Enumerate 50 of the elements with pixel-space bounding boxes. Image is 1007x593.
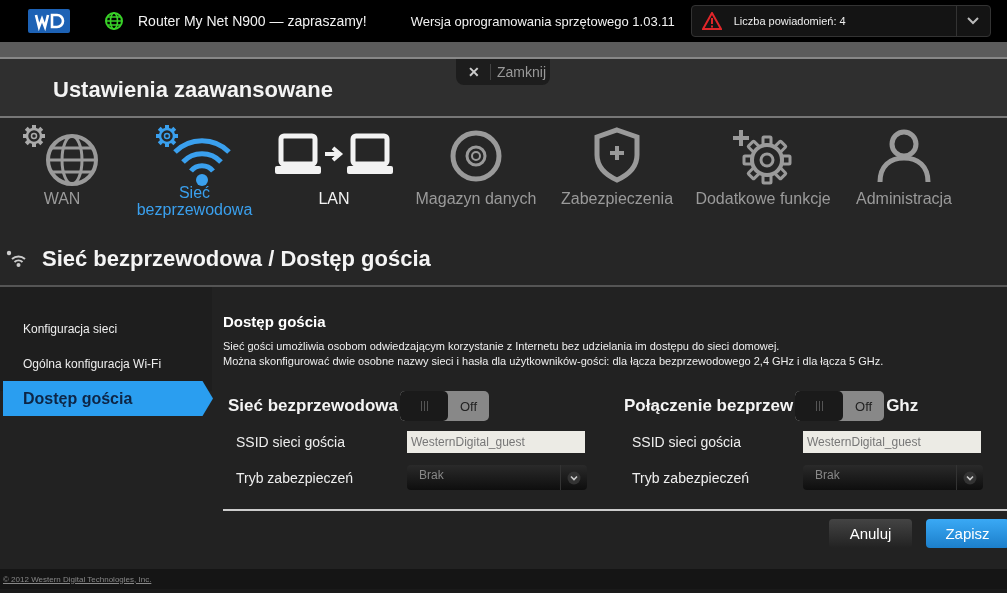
field-label: Tryb zabezpieczeń [632, 469, 750, 486]
save-button[interactable]: Zapisz [926, 519, 1007, 548]
greeting-text: Router My Net N900 — zapraszamy! [138, 13, 367, 29]
nav-item[interactable]: WAN [12, 118, 112, 233]
nav-item[interactable]: Dodatkowe funkcje [693, 118, 833, 233]
nav-item[interactable]: Magazyn danych [411, 118, 541, 233]
copyright-link[interactable]: © 2012 Western Digital Technologies, Inc. [3, 574, 152, 584]
section-title: Sieć bezprzewodowa / Dostęp gościa [42, 246, 431, 272]
ssid-field[interactable]: WesternDigital_guest [803, 431, 981, 453]
toggle-switch[interactable]: Off [400, 391, 490, 421]
chevron-down-icon [567, 470, 581, 485]
nav-item[interactable]: Administracja [849, 118, 959, 233]
disc-icon [450, 130, 502, 182]
close-button[interactable]: ✕ Zamknij [456, 59, 550, 85]
wifi-icon [155, 125, 231, 186]
chevron-down-icon [963, 470, 977, 485]
firmware-version: Wersja oprogramowania sprzętowego 1.03.11 [410, 13, 675, 29]
network-title: Sieć bezprzewodowa [228, 396, 399, 416]
cancel-button[interactable]: Anuluj [829, 519, 912, 548]
page-title: Ustawienia zaawansowane [53, 77, 333, 103]
sidebar-item[interactable]: Konfiguracja sieci [0, 311, 212, 346]
notification-count: Liczba powiadomień: 4 [733, 15, 847, 27]
security-dropdown[interactable]: Brak [803, 465, 983, 490]
gear-plus-icon [731, 128, 792, 185]
security-dropdown[interactable]: Brak [407, 465, 587, 490]
warning-icon [701, 12, 722, 30]
ssid-field[interactable]: WesternDigital_guest [407, 431, 585, 453]
description-text: Sieć gości umożliwia osobom odwiedzającym korzystanie z Internetu bez udzielania im dostępu do sieci domowej. [223, 339, 781, 354]
user-icon [877, 129, 931, 183]
panel-title: Dostęp gościa [223, 313, 327, 330]
globe-icon [104, 11, 124, 31]
wifi-icon [6, 250, 26, 268]
description-text: Można skonfigurować dwie osobne nazwy sieci i hasła dla użytkowników-gości: dla łącza bezprzewodowego 2,4 GHz i dla łącza 5 GHz. [223, 354, 885, 369]
network-title: Połączenie bezprzew [624, 396, 794, 416]
globe-icon [23, 125, 98, 186]
logo-icon [28, 9, 70, 33]
field-label: Tryb zabezpieczeń [236, 469, 354, 486]
notification-bar[interactable]: Liczba powiadomień: 4 [690, 5, 991, 37]
nav-item[interactable]: LAN [273, 118, 395, 233]
nav-item[interactable]: Sieć bezprzewodowa [132, 118, 257, 233]
network-title: Ghz [886, 396, 919, 416]
sidebar-item[interactable]: Ogólna konfiguracja Wi-Fi [0, 346, 212, 381]
computers-icon [275, 133, 393, 174]
field-label: SSID sieci gościa [236, 434, 346, 450]
chevron-down-icon [967, 17, 980, 25]
sidebar-item[interactable]: Dostęp gościa [3, 381, 213, 416]
nav-item[interactable]: Zabezpieczenia [557, 118, 677, 233]
field-label: SSID sieci gościa [632, 434, 742, 450]
toggle-switch[interactable]: Off [795, 391, 885, 421]
shield-icon [594, 127, 640, 183]
